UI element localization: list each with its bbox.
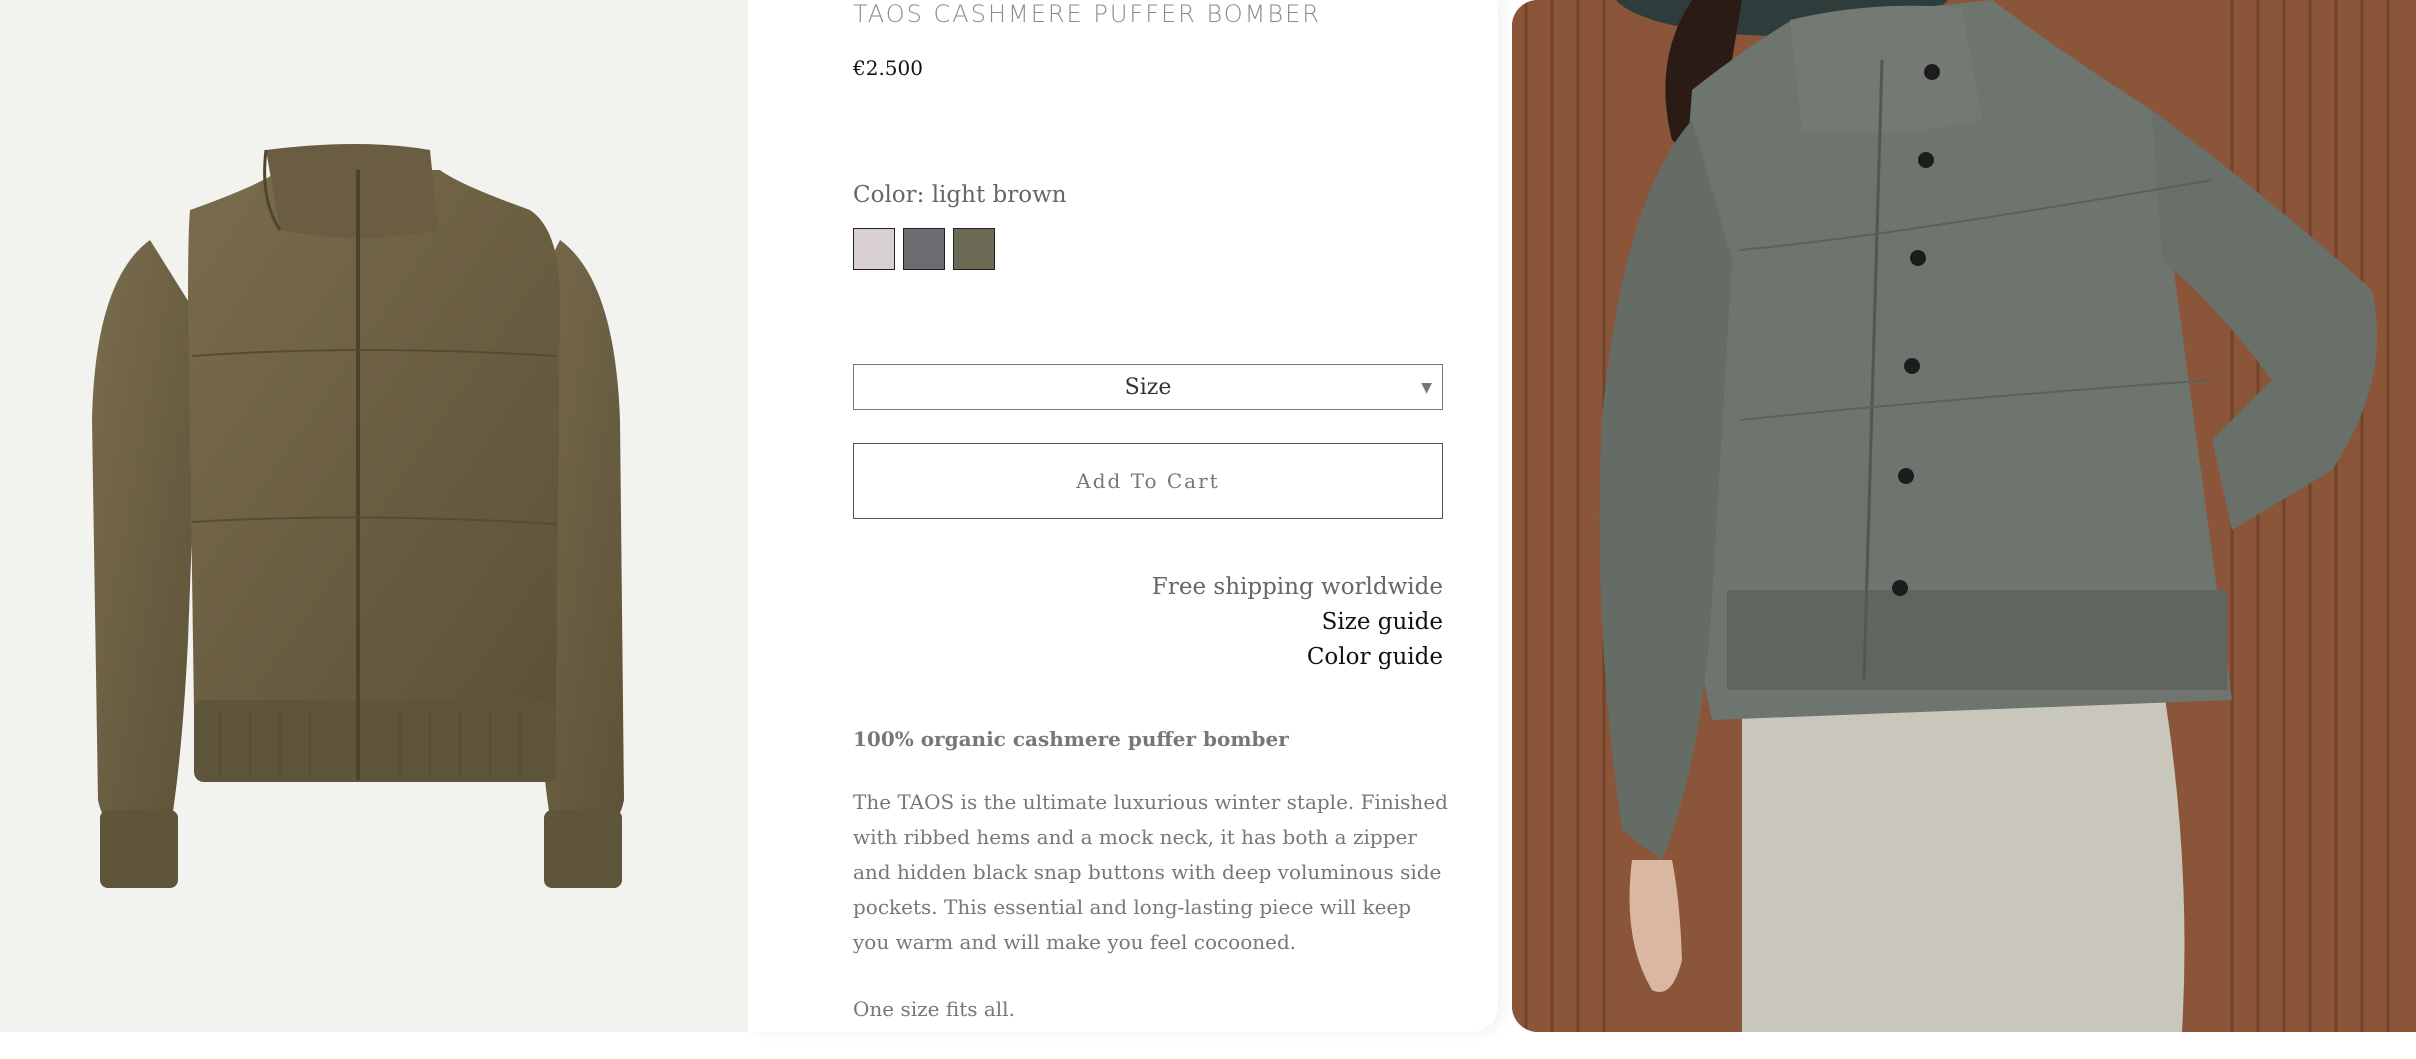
size-select[interactable]: Size ▼ (853, 364, 1443, 410)
swatch-light[interactable] (853, 228, 895, 270)
swatch-grey[interactable] (903, 228, 945, 270)
product-title: TAOS CASHMERE PUFFER BOMBER (853, 0, 1321, 28)
size-select-label: Size (1124, 374, 1172, 400)
description-headline: 100% organic cashmere puffer bomber (853, 727, 1289, 751)
swatch-olive[interactable] (953, 228, 995, 270)
model-illustration (1512, 0, 2416, 1032)
size-guide-link[interactable]: Size guide (853, 605, 1443, 640)
color-label: Color: light brown (853, 182, 1067, 208)
product-description: 100% organic cashmere puffer bomber The … (853, 722, 1453, 1059)
product-price: €2.500 (853, 56, 923, 80)
fit-note: One size fits all. (853, 997, 1015, 1021)
add-to-cart-button[interactable]: Add To Cart (853, 443, 1443, 519)
description-body: The TAOS is the ultimate luxurious winte… (853, 790, 1448, 954)
caret-down-icon: ▼ (1421, 380, 1432, 396)
color-swatches (853, 228, 995, 270)
shipping-note: Free shipping worldwide (1151, 574, 1443, 600)
product-image-front[interactable] (0, 0, 748, 1032)
color-guide-link[interactable]: Color guide (853, 640, 1443, 675)
product-image-model[interactable] (1512, 0, 2416, 1032)
jacket-illustration (92, 144, 624, 888)
info-links: Free shipping worldwide Size guide Color… (853, 570, 1443, 675)
